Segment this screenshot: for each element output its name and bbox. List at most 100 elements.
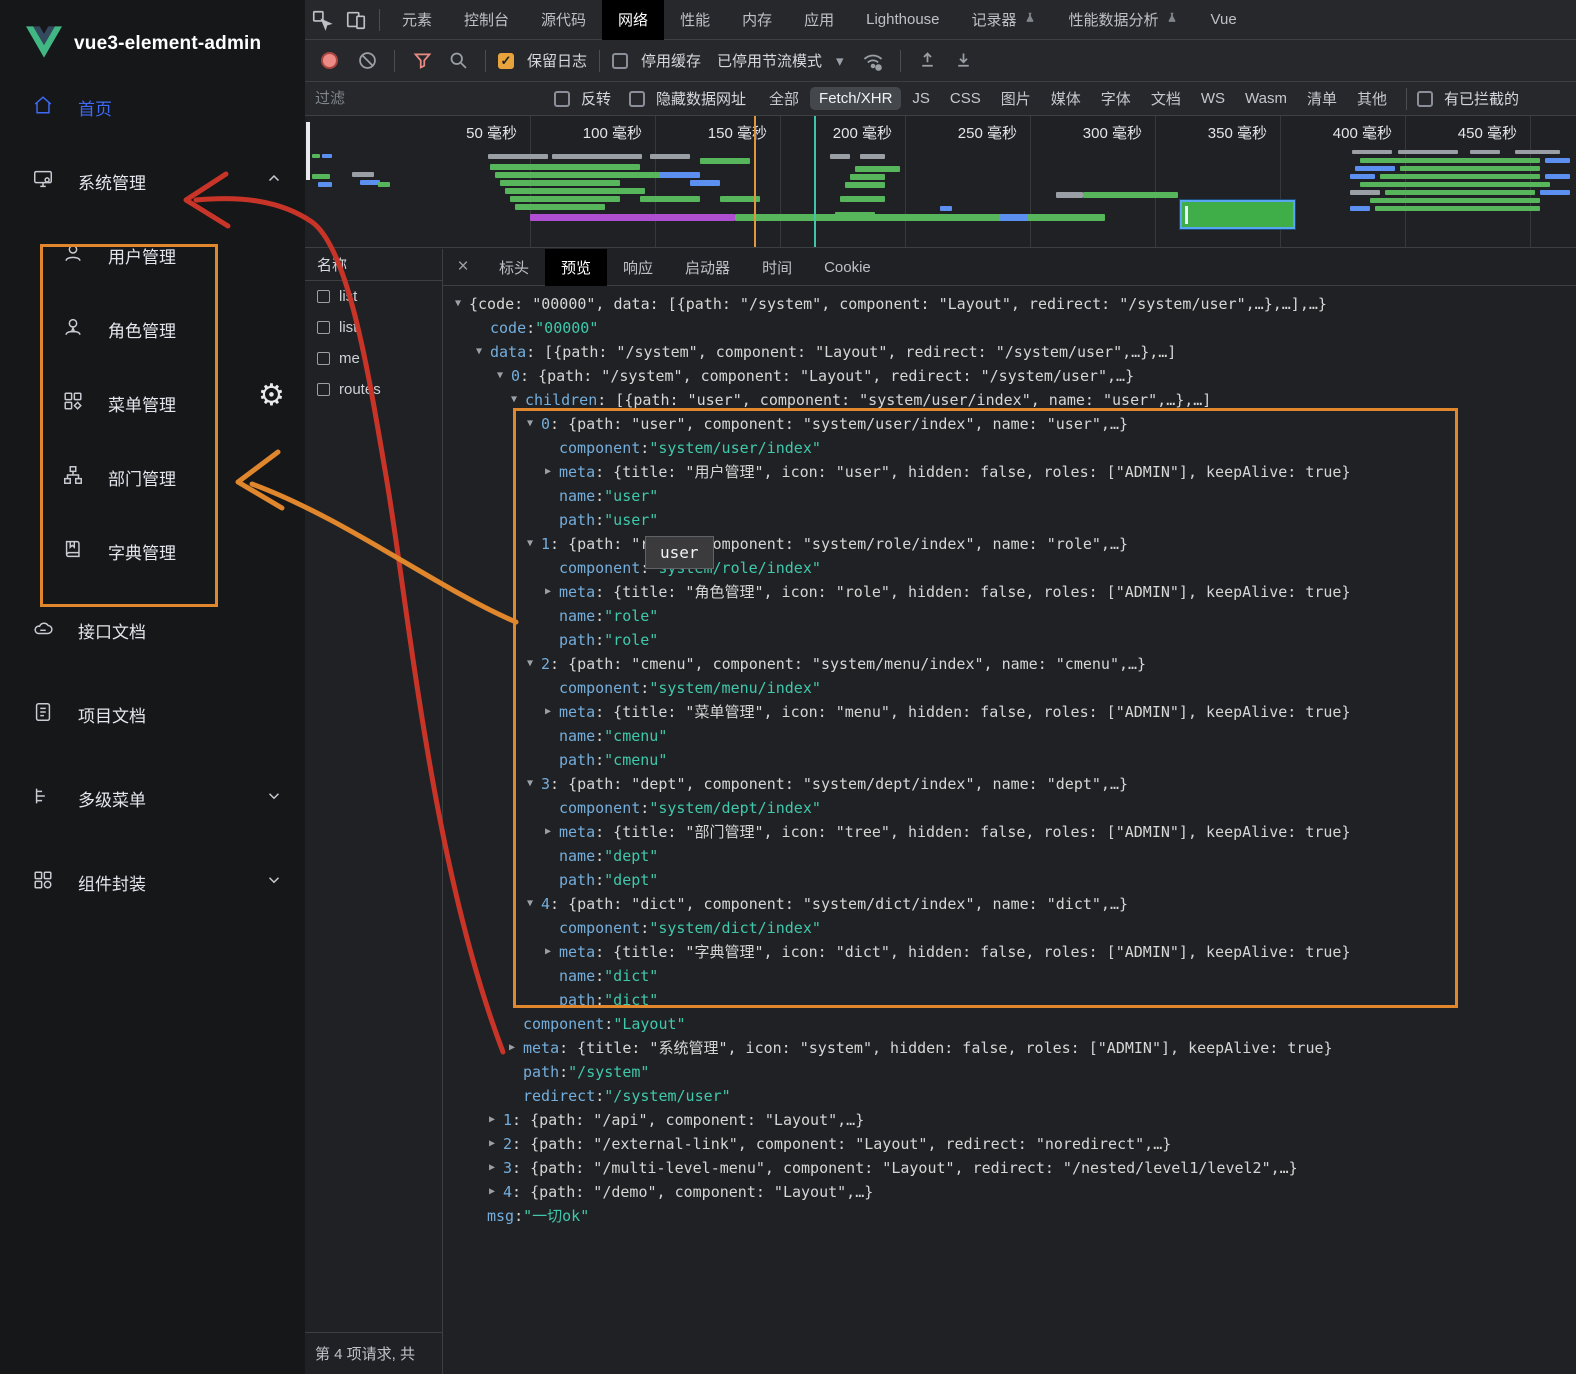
sidebar-item-home[interactable]: 首页 (0, 70, 305, 144)
export-har-icon[interactable] (949, 46, 979, 76)
json-key: 0 (541, 412, 550, 436)
filter-chip-font[interactable]: 字体 (1092, 85, 1140, 112)
sidebar-item-system[interactable]: 系统管理 (0, 144, 305, 218)
expand-arrow-icon[interactable]: ▶ (545, 940, 559, 964)
expand-arrow-icon[interactable]: ▶ (489, 1132, 503, 1156)
tab-application[interactable]: 应用 (788, 0, 850, 40)
expand-arrow-icon[interactable]: ▼ (497, 364, 511, 388)
json-text: : (526, 316, 535, 340)
filter-chip-ws[interactable]: WS (1192, 87, 1234, 110)
tab-performance-insights[interactable]: 性能数据分析 (1053, 0, 1195, 40)
filter-chip-js[interactable]: JS (903, 87, 939, 110)
expand-arrow-icon[interactable]: ▼ (527, 772, 541, 796)
detail-tab-headers[interactable]: 标头 (483, 249, 545, 286)
json-string: "dept" (604, 868, 658, 892)
filter-chip-other[interactable]: 其他 (1348, 85, 1396, 112)
json-text: : {path: "dict", component: "system/dict… (550, 892, 1128, 916)
close-detail-icon[interactable]: × (443, 256, 483, 278)
detail-tab-preview[interactable]: 预览 (545, 249, 607, 286)
tab-elements[interactable]: 元素 (386, 0, 448, 40)
settings-gear-icon[interactable]: ⚙ (258, 378, 285, 413)
hide-data-urls-checkbox[interactable] (629, 91, 645, 107)
expand-arrow-icon[interactable]: ▶ (545, 700, 559, 724)
timeline-handle[interactable] (306, 122, 310, 180)
tab-memory[interactable]: 内存 (726, 0, 788, 40)
expand-arrow-icon[interactable]: ▶ (545, 580, 559, 604)
sidebar-item-api-doc[interactable]: 接口文档 (0, 588, 305, 672)
expand-arrow-icon[interactable]: ▶ (545, 460, 559, 484)
waterfall-bar (1350, 174, 1375, 179)
sidebar-item-components[interactable]: 组件封装 (0, 840, 305, 924)
chevron-down-icon[interactable] (265, 871, 283, 894)
sidebar-item-multi-menu[interactable]: 多级菜单 (0, 756, 305, 840)
expand-arrow-icon[interactable]: ▶ (509, 1036, 523, 1060)
expand-arrow-icon[interactable]: ▶ (489, 1156, 503, 1180)
request-row[interactable]: list (305, 281, 442, 312)
expand-arrow-icon[interactable]: ▼ (527, 532, 541, 556)
record-button[interactable] (321, 52, 338, 69)
disable-cache-checkbox[interactable] (612, 53, 628, 69)
waterfall-bar (1000, 214, 1028, 221)
app-logo[interactable]: vue3-element-admin (0, 0, 305, 70)
search-icon[interactable] (443, 46, 473, 76)
filter-chip-wasm[interactable]: Wasm (1236, 87, 1296, 110)
filter-funnel-icon[interactable] (407, 46, 437, 76)
filter-chip-media[interactable]: 媒体 (1042, 85, 1090, 112)
import-har-icon[interactable] (913, 46, 943, 76)
device-toolbar-icon[interactable] (339, 6, 373, 34)
sidebar-item-role[interactable]: 角色管理 (0, 292, 305, 366)
detail-tab-cookies[interactable]: Cookie (808, 249, 887, 286)
detail-tab-initiator[interactable]: 启动器 (669, 249, 746, 286)
tab-sources[interactable]: 源代码 (525, 0, 602, 40)
detail-tab-timing[interactable]: 时间 (746, 249, 808, 286)
network-overview-timeline[interactable]: 50 毫秒100 毫秒150 毫秒200 毫秒250 毫秒300 毫秒350 毫… (305, 116, 1576, 248)
json-key: meta (523, 1036, 559, 1060)
sidebar-item-project-doc[interactable]: 项目文档 (0, 672, 305, 756)
expand-arrow-icon[interactable]: ▼ (511, 388, 525, 412)
request-row[interactable]: list (305, 312, 442, 343)
expand-arrow-icon[interactable]: ▼ (527, 652, 541, 676)
throttling-select[interactable]: 已停用节流模式 (717, 50, 822, 71)
waterfall-bar (1083, 192, 1178, 198)
expand-arrow-icon[interactable]: ▼ (527, 892, 541, 916)
inspect-element-icon[interactable] (305, 6, 339, 34)
expand-arrow-icon[interactable]: ▶ (489, 1180, 503, 1204)
expand-arrow-icon[interactable]: ▶ (545, 820, 559, 844)
filter-chip-doc[interactable]: 文档 (1142, 85, 1190, 112)
tab-network[interactable]: 网络 (602, 0, 664, 40)
request-row[interactable]: routes (305, 374, 442, 405)
json-string: "dict" (604, 964, 658, 988)
json-text: : {path: "/demo", component: "Layout",…} (512, 1180, 873, 1204)
sidebar-item-dept[interactable]: 部门管理 (0, 440, 305, 514)
expand-arrow-icon[interactable]: ▼ (476, 340, 490, 364)
expand-arrow-icon[interactable]: ▼ (527, 412, 541, 436)
tab-lighthouse[interactable]: Lighthouse (850, 0, 955, 40)
selected-request-highlight[interactable] (1180, 200, 1295, 229)
filter-input[interactable] (315, 90, 550, 107)
filter-chip-fetch-xhr[interactable]: Fetch/XHR (810, 87, 901, 110)
sidebar-item-user[interactable]: 用户管理 (0, 218, 305, 292)
chevron-down-icon[interactable] (265, 787, 283, 810)
expand-arrow-icon[interactable]: ▼ (455, 292, 469, 316)
tab-performance[interactable]: 性能 (664, 0, 726, 40)
filter-chip-manifest[interactable]: 清单 (1298, 85, 1346, 112)
chevron-up-icon[interactable] (265, 170, 283, 193)
sidebar-item-dict[interactable]: 字典管理 (0, 514, 305, 588)
clear-network-log-icon[interactable] (352, 46, 382, 76)
tab-console[interactable]: 控制台 (448, 0, 525, 40)
network-conditions-icon[interactable] (858, 46, 888, 76)
request-row[interactable]: me (305, 343, 442, 374)
expand-arrow-icon[interactable]: ▶ (489, 1108, 503, 1132)
detail-tab-response[interactable]: 响应 (607, 249, 669, 286)
tab-recorder[interactable]: 记录器 (956, 0, 1053, 40)
requests-name-header[interactable]: 名称 (305, 249, 442, 281)
invert-checkbox[interactable] (554, 91, 570, 107)
blocked-requests-checkbox[interactable] (1417, 91, 1433, 107)
json-text: : (595, 964, 604, 988)
tab-vue[interactable]: Vue (1195, 0, 1253, 40)
preserve-log-checkbox[interactable]: ✓ (498, 53, 514, 69)
throttling-caret-icon[interactable]: ▾ (836, 52, 844, 70)
filter-chip-all[interactable]: 全部 (760, 85, 808, 112)
filter-chip-img[interactable]: 图片 (992, 85, 1040, 112)
filter-chip-css[interactable]: CSS (941, 87, 990, 110)
